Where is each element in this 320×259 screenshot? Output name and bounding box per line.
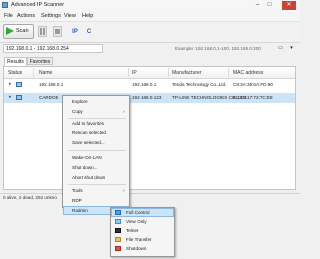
row-name: 192.168.0.1 [39,82,64,87]
menu-item-wake-on-lan[interactable]: Wake-On-LAN [72,155,102,160]
menu-settings[interactable]: Settings [41,13,61,19]
menu-item-save-selected[interactable]: Save selected... [72,140,105,145]
menu-separator [68,118,126,119]
pause-icon [43,28,45,35]
ip-range-input[interactable]: 192.168.0.1 - 192.168.0.254 [3,44,103,53]
power-icon [115,246,121,251]
menu-separator [68,184,126,185]
submenu-item-telnet[interactable]: Telnet [126,228,138,233]
menu-item-rdp[interactable]: RDP [72,198,82,203]
column-divider[interactable] [168,68,169,77]
menu-item-shut-down[interactable]: Shut down... [72,165,98,170]
terminal-icon [115,228,121,233]
app-icon [2,2,8,8]
column-manufacturer[interactable]: Manufacturer [172,70,201,76]
column-divider[interactable] [228,68,229,77]
row-manufacturer: Tenda Technology Co.,Ltd. [172,82,227,87]
menu-item-radmin[interactable]: Radmin [72,208,88,213]
computer-icon [16,95,22,100]
menu-view[interactable]: View [64,13,76,19]
submenu-item-view-only[interactable]: View Only [126,219,147,224]
stop-icon [55,29,60,34]
close-button[interactable]: ✕ [282,1,296,10]
column-ip[interactable]: IP [132,70,137,76]
computer-icon [16,82,22,87]
status-text: 0 alive, 2 dead, 252 unkno [3,195,57,200]
menu-actions[interactable]: Actions [17,13,35,19]
menu-item-explore[interactable]: Explore [72,99,88,104]
column-name[interactable]: Name [39,70,52,76]
submenu-item-full-control[interactable]: Full Control [126,210,150,215]
play-icon [6,27,14,35]
save-range-icon[interactable]: ▭ [276,44,285,53]
ip-tool-icon[interactable]: IP [70,27,80,37]
expand-icon[interactable]: ▸ [9,82,13,87]
range-menu-icon[interactable]: ▾ [287,44,296,53]
menu-separator [68,150,126,151]
submenu-arrow-icon: › [123,188,125,193]
maximize-button[interactable]: □ [264,1,275,10]
submenu-item-shutdown[interactable]: Shutdown [126,246,146,251]
menu-item-copy[interactable]: Copy [72,109,83,114]
row-mac: C8:3A:35:6A:FD:90 [233,82,273,87]
pause-icon [40,28,42,35]
column-status[interactable]: Status [8,70,22,76]
column-mac[interactable]: MAC address [233,70,263,76]
row-ip: 192.168.0.1 [132,82,157,87]
expand-icon[interactable]: ▸ [9,95,13,100]
range-example: Example: 192.168.0.1-100, 192.168.0.200 [175,46,261,51]
c-tool-icon[interactable]: C [84,27,94,37]
column-divider[interactable] [128,68,129,77]
menu-item-add-to-favorites[interactable]: Add to favorites [72,121,104,126]
row-name: CARDO5 [39,95,59,100]
monitor-icon [115,210,121,215]
eye-icon [115,219,121,224]
menu-item-tools[interactable]: Tools [72,188,83,193]
window-title: Advanced IP Scanner [11,2,65,8]
menu-help[interactable]: Help [82,13,93,19]
tab-favorites[interactable]: Favorites [27,57,53,65]
tab-results[interactable]: Results [4,57,27,66]
row-ip: 192.168.0.123 [132,95,162,100]
folder-icon [115,237,121,242]
minimize-button[interactable]: – [252,1,263,10]
submenu-arrow-icon: › [123,109,125,114]
row-mac: 6C:E3:17:73:7C:E8 [233,95,273,100]
menu-item-rescan-selected[interactable]: Rescan selected [72,130,106,135]
menu-file[interactable]: File [4,13,13,19]
scan-label: Scan [16,28,29,34]
column-divider[interactable] [33,68,34,77]
submenu-item-file-transfer[interactable]: File Transfer [126,237,152,242]
menu-item-abort-shut-down[interactable]: Abort shut down [72,175,105,180]
